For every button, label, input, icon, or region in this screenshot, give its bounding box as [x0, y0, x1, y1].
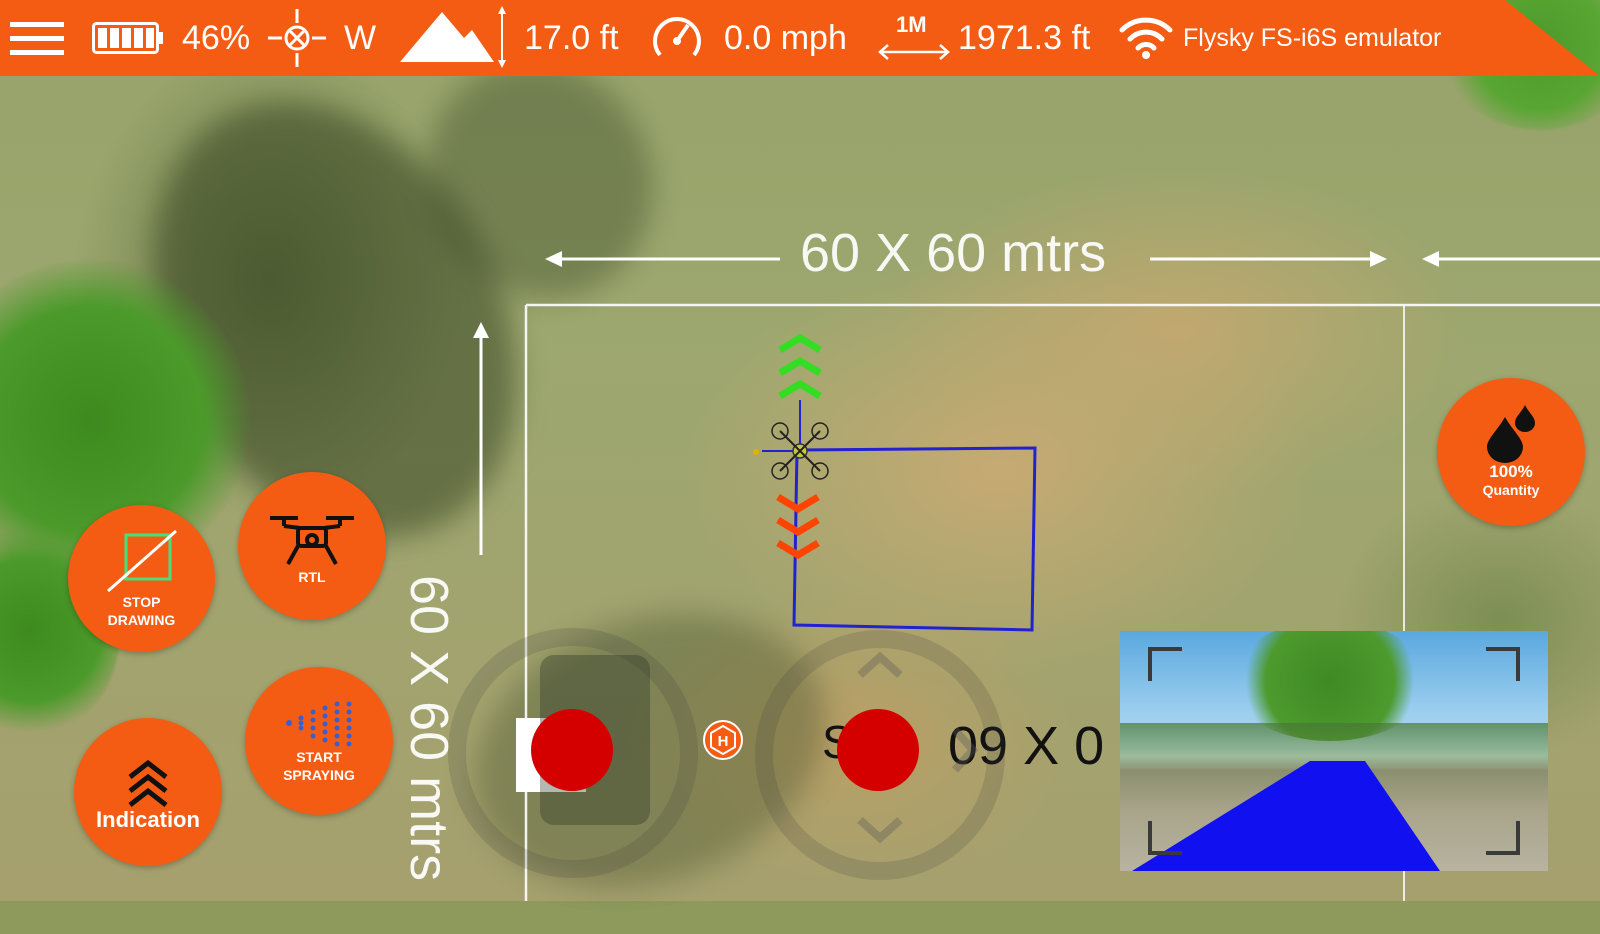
water-drops-icon [1487, 405, 1535, 463]
battery-percent: 46% [182, 18, 251, 57]
flight-path [792, 446, 1037, 632]
battery-icon [92, 22, 163, 54]
down-chevron [776, 516, 820, 537]
drone-camera-icon [270, 516, 354, 565]
camera-frame-corner [1486, 821, 1520, 855]
stop-drawing-icon [106, 529, 177, 592]
altitude-mountain-icon [400, 6, 506, 68]
rtl-button[interactable]: RTL [238, 472, 386, 620]
left-joystick-knob[interactable] [531, 709, 613, 791]
spray-icon [286, 701, 352, 747]
stop-drawing-label-1: STOP [122, 593, 161, 610]
rtl-label: RTL [298, 569, 326, 585]
start-spraying-label-1: START [296, 749, 342, 765]
up-chevron [778, 356, 822, 377]
indication-label: Indication [96, 807, 200, 832]
up-chevron [778, 333, 822, 354]
stop-drawing-label-2: DRAWING [107, 611, 176, 628]
distance-value: 1971.3 ft [958, 18, 1091, 57]
camera-frame-corner [1486, 647, 1520, 681]
speed-value: 0.0 mph [724, 18, 847, 57]
quantity-indicator[interactable]: 100% Quantity [1437, 378, 1585, 526]
indication-button[interactable]: Indication [74, 718, 222, 866]
hamburger-menu-icon [10, 22, 64, 55]
stop-drawing-button[interactable]: STOP DRAWING [68, 505, 215, 652]
down-chevron [776, 493, 820, 514]
svg-text:H: H [718, 733, 729, 750]
compass-icon-wrap [268, 0, 326, 76]
measure-arrow-head [473, 322, 489, 338]
horizontal-measure-label: 60 X 60 mtrs [800, 223, 1107, 283]
camera-frame-corner [1148, 647, 1182, 681]
scale-arrow-icon [878, 44, 950, 60]
quantity-label: Quantity [1482, 482, 1540, 498]
start-spraying-button[interactable]: START SPRAYING [245, 667, 393, 815]
wifi-signal-icon [1119, 17, 1173, 59]
heading-value: W [344, 18, 377, 57]
camera-ground-overlay [1132, 761, 1440, 871]
scale-label: 1M [896, 12, 927, 37]
menu-button[interactable] [10, 0, 64, 76]
right-joystick-knob[interactable] [837, 709, 919, 791]
start-spraying-label-2: SPRAYING [283, 767, 355, 783]
battery-status [92, 0, 164, 76]
altitude-value: 17.0 ft [524, 18, 619, 57]
speedometer-icon-wrap [650, 0, 704, 76]
camera-frame-corner [1148, 821, 1182, 855]
altitude-icon-wrap [400, 0, 508, 76]
chevrons-up-icon [128, 759, 168, 807]
controller-name: Flysky FS-i6S emulator [1183, 23, 1442, 52]
measure-arrow-head [545, 251, 562, 267]
fpv-camera-preview[interactable] [1120, 631, 1548, 871]
compass-icon [268, 9, 326, 67]
quantity-percent: 100% [1489, 462, 1533, 481]
home-point-icon: H [703, 720, 743, 760]
speedometer-icon [653, 17, 701, 57]
down-chevron [776, 539, 820, 560]
signal-icon-wrap [1118, 0, 1174, 76]
up-chevron [778, 379, 822, 400]
measure-arrow-head [1422, 251, 1439, 267]
measure-arrow-head [1370, 251, 1387, 267]
scale-indicator: 1M [876, 0, 952, 76]
status-bar: 46% W 17.0 ft 0.0 mph 1M 1971.3 ft Flysk… [0, 0, 1600, 76]
